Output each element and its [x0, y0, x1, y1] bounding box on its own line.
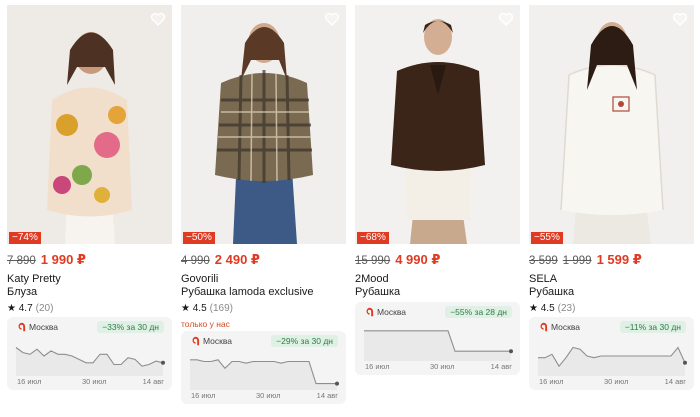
product-name[interactable]: Рубашка lamoda exclusive [181, 286, 346, 299]
price-area [190, 359, 337, 390]
product-image [355, 5, 520, 244]
date-label: 30 июл [430, 362, 455, 371]
product-card[interactable]: −50% 4 990 2 490 ₽ Govorili Рубашка lamod… [181, 5, 346, 329]
rating-value: ★ 4.7 [7, 303, 33, 314]
discount-badge: −68% [357, 232, 389, 244]
date-label: 16 июл [539, 377, 564, 386]
chart-dates: 16 июл 30 июл 14 авг [355, 362, 520, 371]
price-area [16, 347, 163, 376]
current-price: 1 990 ₽ [40, 252, 86, 267]
product-name[interactable]: Рубашка [529, 286, 694, 299]
product-card[interactable]: −74% 7 890 1 990 ₽ Katy Pretty Блуза ★ 4.… [7, 5, 172, 315]
price-history-widget[interactable]: Москва −29% за 30 дн 16 июл 30 июл 14 ав… [181, 331, 346, 404]
heart-outline-icon[interactable] [324, 11, 340, 27]
date-label: 30 июл [256, 391, 281, 400]
lamoda-pin-icon [540, 322, 548, 332]
date-label: 14 авг [142, 377, 164, 386]
old-price: 7 890 [7, 255, 36, 267]
price-history-chart [15, 347, 165, 376]
brand-name[interactable]: Govorili [181, 273, 346, 286]
price-drop-badge: −29% за 30 дн [271, 335, 338, 347]
city-name: Москва [551, 322, 581, 332]
old-price: 4 990 [181, 255, 210, 267]
date-label: 16 июл [191, 391, 216, 400]
heart-outline-icon[interactable] [498, 11, 514, 27]
current-price-dot [161, 360, 165, 365]
price-row: 7 890 1 990 ₽ [7, 252, 172, 268]
lamoda-pin-icon [366, 307, 374, 317]
date-label: 16 июл [365, 362, 390, 371]
chart-dates: 16 июл 30 июл 14 авг [7, 377, 172, 386]
discount-badge: −50% [183, 232, 215, 244]
product-card[interactable]: −68% 15 990 4 990 ₽ 2Mood Рубашка [355, 5, 520, 299]
heart-outline-icon[interactable] [150, 11, 166, 27]
brand-name[interactable]: 2Mood [355, 273, 520, 286]
current-price: 1 599 ₽ [596, 252, 642, 267]
current-price-dot [683, 360, 687, 365]
old-price: 3 599 [529, 255, 558, 267]
product-image [181, 5, 346, 244]
brand-name[interactable]: Katy Pretty [7, 273, 172, 286]
date-label: 14 авг [664, 377, 686, 386]
price-history-chart [364, 330, 513, 361]
current-price-dot [509, 349, 513, 354]
product-photo[interactable]: −74% [7, 5, 172, 244]
price-history-widget[interactable]: Москва −55% за 28 дн 16 июл 30 июл 14 ав… [355, 302, 520, 375]
price-row: 15 990 4 990 ₽ [355, 252, 520, 268]
city-label: Москва [17, 322, 58, 332]
brand-name[interactable]: SELA [529, 273, 694, 286]
review-count: (20) [35, 303, 54, 314]
rating-value: ★ 4.5 [181, 303, 207, 314]
city-label: Москва [191, 336, 232, 346]
old-price-2: 1 999 [562, 255, 592, 267]
price-drop-badge: −33% за 30 дн [97, 321, 164, 333]
price-drop-badge: −11% за 30 дн [619, 321, 686, 333]
lamoda-pin-icon [192, 336, 200, 346]
discount-badge: −55% [531, 232, 563, 244]
date-label: 14 авг [490, 362, 512, 371]
date-label: 14 авг [316, 391, 338, 400]
city-name: Москва [377, 307, 407, 317]
product-photo[interactable]: −68% [355, 5, 520, 244]
price-area [538, 347, 685, 376]
exclusive-label: только у нас [181, 319, 230, 329]
product-name[interactable]: Рубашка [355, 286, 520, 299]
current-price-dot [335, 381, 339, 386]
review-count: (23) [557, 303, 576, 314]
product-card[interactable]: −55% 3 599 1 999 1 599 ₽ SELA Рубашка ★ 4.… [529, 5, 694, 315]
chart-dates: 16 июл 30 июл 14 авг [181, 391, 346, 400]
product-photo[interactable]: −50% [181, 5, 346, 244]
old-price: 15 990 [355, 255, 391, 267]
rating: ★ 4.7 (20) [7, 303, 172, 315]
price-history-chart [190, 359, 339, 390]
chart-dates: 16 июл 30 июл 14 авг [529, 377, 694, 386]
date-label: 30 июл [604, 377, 629, 386]
price-history-chart [538, 346, 687, 376]
product-photo[interactable]: −55% [529, 5, 694, 244]
price-drop-badge: −55% за 28 дн [445, 306, 512, 318]
product-image [529, 5, 694, 244]
city-label: Москва [539, 322, 580, 332]
price-history-widget[interactable]: Москва −33% за 30 дн 16 июл 30 июл 14 ав… [7, 317, 172, 390]
lamoda-pin-icon [18, 322, 26, 332]
date-label: 16 июл [17, 377, 42, 386]
discount-badge: −74% [9, 232, 41, 244]
current-price: 2 490 ₽ [214, 252, 260, 267]
current-price: 4 990 ₽ [395, 252, 441, 267]
price-area [364, 330, 511, 361]
date-label: 30 июл [82, 377, 107, 386]
rating: ★ 4.5 (169) [181, 303, 346, 315]
rating-value: ★ 4.5 [529, 303, 555, 314]
city-name: Москва [29, 322, 59, 332]
product-image [7, 5, 172, 244]
rating: ★ 4.5 (23) [529, 303, 694, 315]
price-row: 3 599 1 999 1 599 ₽ [529, 252, 694, 268]
review-count: (169) [209, 303, 234, 314]
city-label: Москва [365, 307, 406, 317]
product-name[interactable]: Блуза [7, 286, 172, 299]
heart-outline-icon[interactable] [672, 11, 688, 27]
city-name: Москва [203, 336, 233, 346]
price-row: 4 990 2 490 ₽ [181, 252, 346, 268]
price-history-widget[interactable]: Москва −11% за 30 дн 16 июл 30 июл 14 ав… [529, 317, 694, 390]
